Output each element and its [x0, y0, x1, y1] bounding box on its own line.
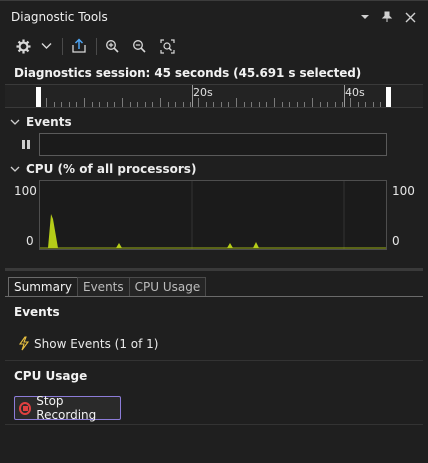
chevron-down-icon — [10, 119, 20, 125]
ruler-tick — [327, 102, 329, 107]
zoom-in-icon[interactable] — [104, 36, 120, 56]
ruler-tick — [228, 102, 230, 107]
stop-recording-button[interactable]: Stop Recording — [14, 394, 121, 422]
ruler-tick — [114, 102, 116, 107]
close-icon[interactable] — [402, 9, 418, 25]
title-bar: Diagnostic Tools — [0, 0, 428, 33]
cpu-y-max-right: 100 — [392, 184, 415, 198]
cpu-spike — [48, 214, 58, 248]
pane-splitter[interactable] — [5, 268, 423, 271]
stop-recording-label: Stop Recording — [36, 394, 97, 422]
cpu-section-label: CPU (% of all processors) — [26, 162, 197, 176]
summary-events-heading: Events — [14, 305, 60, 319]
cpu-y-max-left: 100 — [14, 184, 37, 198]
toolbar-separator — [62, 38, 63, 55]
events-section-header[interactable]: Events — [10, 115, 72, 129]
ruler-tick — [350, 98, 351, 107]
ruler-tick — [365, 102, 367, 107]
ruler-tick — [220, 102, 222, 107]
ruler-tick — [144, 102, 146, 107]
cpu-usage-graph[interactable] — [39, 180, 387, 250]
cpu-spike — [227, 243, 233, 248]
window-title: Diagnostic Tools — [11, 10, 108, 24]
ruler-tick — [160, 98, 161, 107]
gear-icon[interactable] — [14, 36, 32, 56]
summary-divider-bottom — [5, 424, 423, 425]
ruler-tick — [53, 102, 55, 107]
tab-cpu-usage[interactable]: CPU Usage — [128, 277, 207, 297]
toolbar-separator — [96, 38, 97, 55]
tab-summary[interactable]: Summary — [8, 277, 77, 297]
record-stop-icon — [19, 401, 32, 415]
ruler-tick — [167, 102, 169, 107]
ruler-tick — [106, 102, 108, 107]
chevron-down-icon — [10, 166, 20, 172]
events-section-label: Events — [26, 115, 72, 129]
export-icon[interactable] — [70, 36, 88, 56]
ruler-tick — [99, 102, 101, 107]
pin-icon[interactable] — [379, 9, 395, 25]
pause-icon[interactable] — [22, 140, 30, 149]
ruler-tick — [76, 102, 78, 107]
time-ruler[interactable]: 20s 40s — [5, 84, 423, 108]
ruler-label-40s: 40s — [345, 86, 365, 99]
ruler-tick — [182, 102, 184, 107]
selection-end-handle[interactable] — [386, 87, 391, 107]
tab-underline — [5, 296, 423, 297]
ruler-tick — [68, 102, 70, 107]
ruler-tick — [91, 102, 93, 107]
dropdown-icon[interactable] — [357, 9, 373, 25]
ruler-label-20s: 20s — [193, 86, 213, 99]
events-track[interactable] — [39, 133, 387, 156]
ruler-tick — [289, 102, 291, 107]
show-events-label: Show Events (1 of 1) — [34, 336, 159, 351]
cpu-y-min-right: 0 — [392, 234, 400, 248]
cpu-section-header[interactable]: CPU (% of all processors) — [10, 162, 196, 176]
chevron-down-icon[interactable] — [39, 36, 53, 56]
ruler-tick — [243, 102, 245, 107]
ruler-tick — [380, 102, 382, 107]
details-tabs: Summary Events CPU Usage — [8, 277, 207, 297]
ruler-tick — [357, 102, 359, 107]
ruler-tick — [84, 98, 85, 107]
ruler-tick — [372, 102, 374, 107]
cpu-y-min-left: 0 — [26, 234, 34, 248]
ruler-tick — [61, 102, 63, 107]
ruler-tick — [213, 102, 215, 107]
ruler-tick — [137, 102, 139, 107]
cpu-spike — [253, 242, 259, 248]
ruler-tick — [312, 98, 313, 107]
ruler-tick — [198, 98, 199, 107]
lightning-icon — [18, 336, 30, 351]
ruler-tick — [274, 98, 275, 107]
ruler-tick — [334, 102, 336, 107]
ruler-tick — [236, 98, 237, 107]
ruler-tick — [281, 102, 283, 107]
show-events-link[interactable]: Show Events (1 of 1) — [18, 336, 158, 351]
ruler-tick — [304, 102, 306, 107]
zoom-out-icon[interactable] — [131, 36, 147, 56]
selection-start-handle[interactable] — [36, 87, 41, 107]
ruler-tick — [296, 102, 298, 107]
summary-cpu-heading: CPU Usage — [14, 369, 88, 383]
ruler-tick — [266, 102, 268, 107]
ruler-tick — [122, 98, 123, 107]
ruler-tick — [258, 102, 260, 107]
ruler-tick — [175, 102, 177, 107]
reset-zoom-icon[interactable] — [158, 36, 176, 56]
cpu-spike — [116, 243, 122, 248]
ruler-tick — [129, 102, 131, 107]
toolbar — [0, 33, 428, 60]
session-summary: Diagnostics session: 45 seconds (45.691 … — [14, 66, 362, 80]
ruler-tick — [152, 102, 154, 107]
ruler-tick — [46, 98, 47, 107]
ruler-tick — [251, 102, 253, 107]
summary-divider — [5, 360, 423, 361]
tab-events[interactable]: Events — [77, 277, 129, 297]
ruler-tick — [205, 102, 207, 107]
ruler-tick — [319, 102, 321, 107]
